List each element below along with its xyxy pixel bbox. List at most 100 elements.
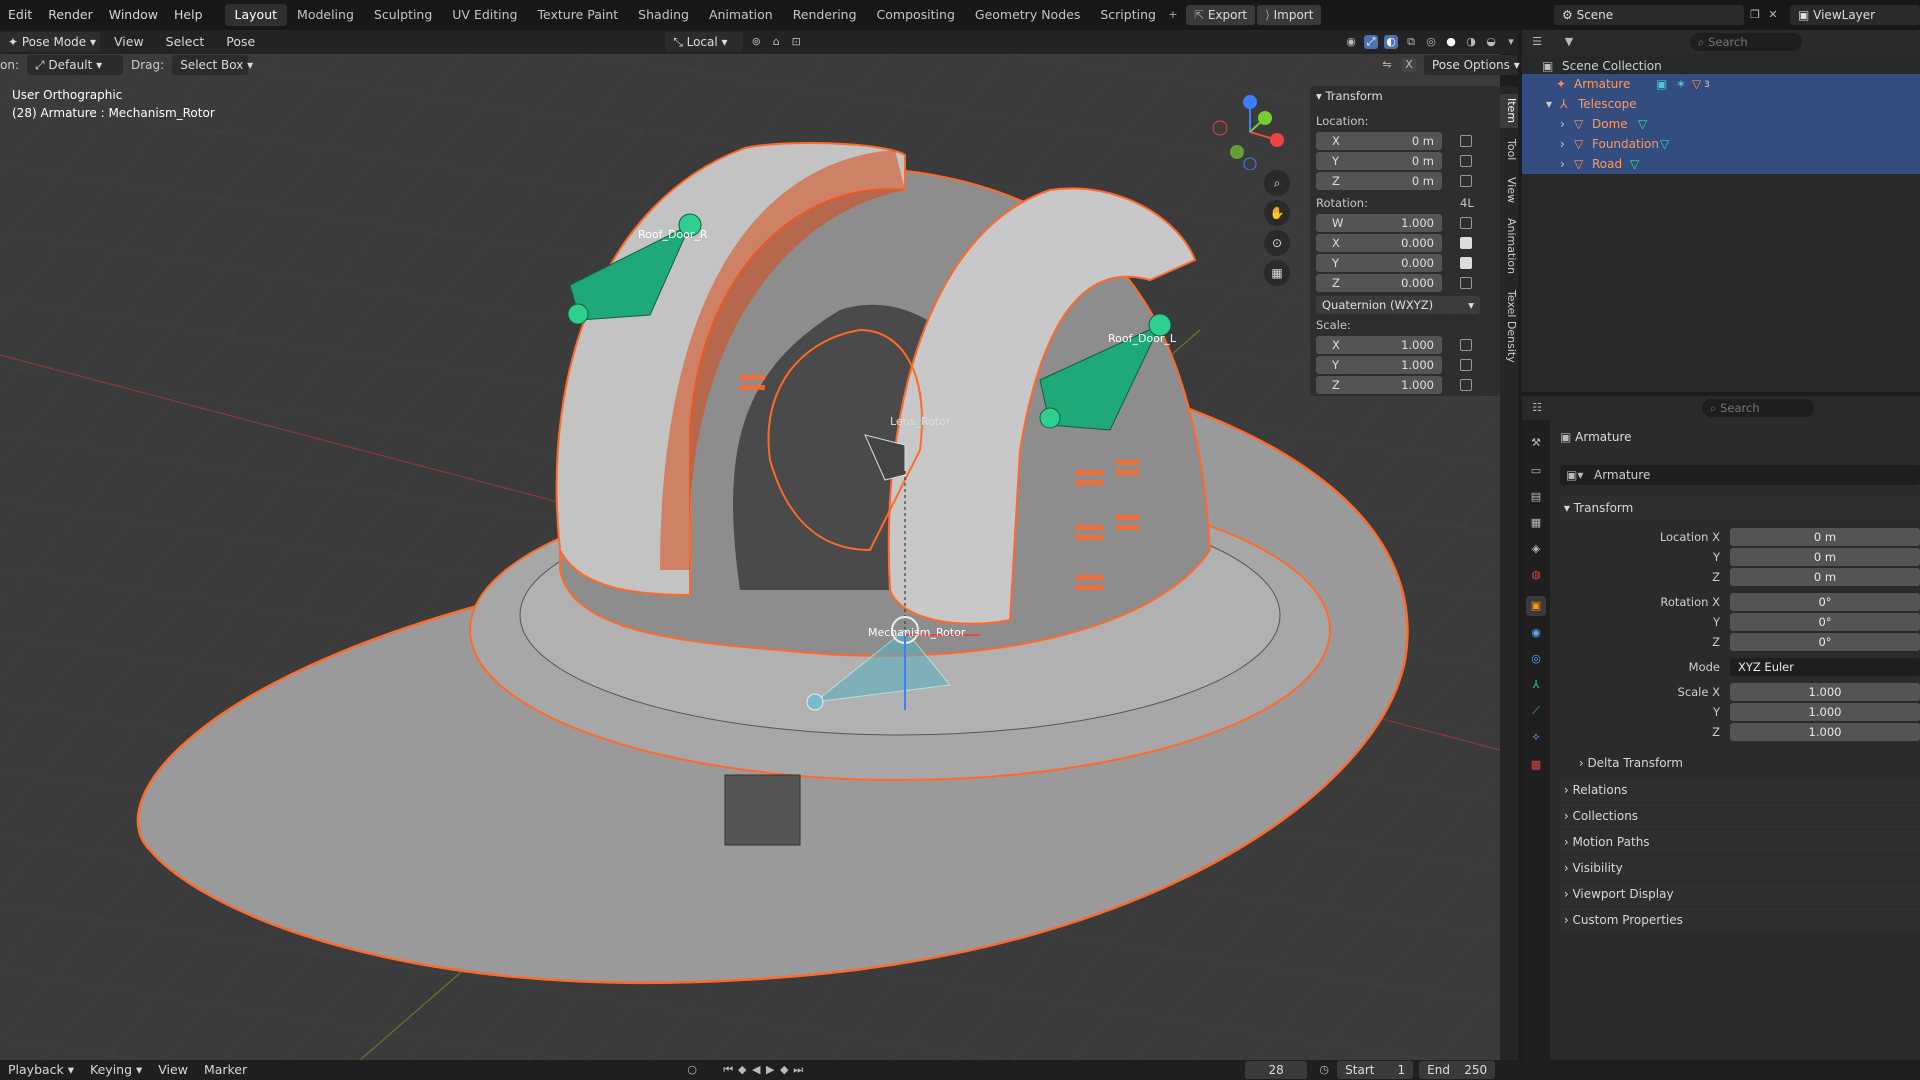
prop-scale-x[interactable]: 1.000 bbox=[1730, 683, 1920, 701]
lock-rotation-w-icon[interactable] bbox=[1460, 217, 1472, 229]
tab-view[interactable]: View bbox=[1500, 174, 1518, 206]
menu-playback[interactable]: Playback ▾ bbox=[0, 1060, 82, 1080]
menu-pose[interactable]: Pose bbox=[218, 30, 263, 54]
tab-texture-paint[interactable]: Texture Paint bbox=[528, 4, 629, 26]
tab-scripting[interactable]: Scripting bbox=[1090, 4, 1166, 26]
menu-keying[interactable]: Keying ▾ bbox=[82, 1060, 150, 1080]
view-layer-selector[interactable]: ▣ ViewLayer bbox=[1790, 5, 1920, 25]
auto-key-icon[interactable]: ○ bbox=[685, 1063, 699, 1077]
rotation-z-field[interactable]: Z 0.000 bbox=[1316, 274, 1442, 292]
menu-edit[interactable]: Edit bbox=[0, 0, 40, 30]
output-tab-icon[interactable]: ▤ bbox=[1529, 490, 1543, 504]
tab-compositing[interactable]: Compositing bbox=[867, 4, 965, 26]
visibility-icon[interactable]: ◉ bbox=[1344, 35, 1358, 49]
bone-constraint-tab-icon[interactable]: ⟡ bbox=[1529, 730, 1543, 744]
export-button[interactable]: ⇱ Export bbox=[1185, 5, 1256, 25]
menu-help[interactable]: Help bbox=[166, 0, 211, 30]
play-reverse-icon[interactable]: ◀ bbox=[749, 1063, 763, 1077]
next-keyframe-icon[interactable]: ◆ bbox=[777, 1063, 791, 1077]
perspective-toggle-icon[interactable]: ▦ bbox=[1264, 260, 1290, 286]
end-frame-field[interactable]: End 250 bbox=[1419, 1061, 1496, 1079]
menu-render[interactable]: Render bbox=[40, 0, 101, 30]
proportional-edit-icon[interactable]: ⊡ bbox=[789, 35, 803, 49]
physics-tab-icon[interactable]: ◎ bbox=[1529, 652, 1543, 666]
panel-visibility[interactable]: › Visibility bbox=[1560, 856, 1920, 880]
start-frame-field[interactable]: Start 1 bbox=[1337, 1061, 1414, 1079]
rotation-x-field[interactable]: X 0.000 bbox=[1316, 234, 1442, 252]
properties-search-input[interactable]: ⌕ Search bbox=[1702, 399, 1814, 417]
add-workspace-icon[interactable]: + bbox=[1166, 8, 1180, 22]
lock-location-z-icon[interactable] bbox=[1460, 175, 1472, 187]
object-data-tab-icon[interactable]: ⅄ bbox=[1529, 678, 1543, 692]
transform-panel-header[interactable]: ▾ Transform bbox=[1316, 89, 1383, 103]
prev-keyframe-icon[interactable]: ◆ bbox=[735, 1063, 749, 1077]
outliner-row-foundation[interactable]: › ▽ Foundation ▽ bbox=[1522, 134, 1920, 154]
location-z-field[interactable]: Z0 m bbox=[1316, 172, 1442, 190]
delete-scene-icon[interactable]: ✕ bbox=[1766, 8, 1780, 22]
tab-layout[interactable]: Layout bbox=[224, 4, 288, 26]
scale-y-field[interactable]: Y 1.000 bbox=[1316, 356, 1442, 374]
prop-location-x[interactable]: 0 m bbox=[1730, 528, 1920, 546]
prop-scale-z[interactable]: 1.000 bbox=[1730, 723, 1920, 741]
tab-texel-density[interactable]: Texel Density bbox=[1500, 286, 1518, 366]
panel-motion-paths[interactable]: › Motion Paths bbox=[1560, 830, 1920, 854]
prop-rotation-z[interactable]: 0° bbox=[1730, 633, 1920, 651]
tab-item[interactable]: Item bbox=[1500, 94, 1518, 128]
menu-timeline-view[interactable]: View bbox=[150, 1060, 196, 1080]
new-scene-icon[interactable]: ❐ bbox=[1748, 8, 1762, 22]
transform-space-selector[interactable]: ⤡ Local ▾ bbox=[665, 32, 744, 52]
location-x-field[interactable]: X0 m bbox=[1316, 132, 1442, 150]
rotation-w-field[interactable]: W 1.000 bbox=[1316, 214, 1442, 232]
outliner-display-icon[interactable]: ☰ bbox=[1530, 35, 1544, 49]
jump-start-icon[interactable]: ⏮ bbox=[721, 1063, 735, 1077]
delta-transform-header[interactable]: › Delta Transform bbox=[1575, 751, 1920, 775]
prop-rotation-y[interactable]: 0° bbox=[1730, 613, 1920, 631]
object-tab-icon[interactable]: ▣ bbox=[1526, 596, 1546, 616]
drag-selector[interactable]: Select Box ▾ bbox=[172, 55, 253, 75]
shading-rendered-icon[interactable]: ◒ bbox=[1484, 35, 1498, 49]
scale-z-field[interactable]: Z 1.000 bbox=[1316, 376, 1442, 394]
xray-icon[interactable]: ⧉ bbox=[1404, 35, 1418, 49]
play-icon[interactable]: ▶ bbox=[763, 1063, 777, 1077]
panel-collections[interactable]: › Collections bbox=[1560, 804, 1920, 828]
scene-selector[interactable]: ⚙ Scene bbox=[1554, 5, 1744, 25]
lock-scale-y-icon[interactable] bbox=[1460, 359, 1472, 371]
prop-location-z[interactable]: 0 m bbox=[1730, 568, 1920, 586]
outliner-scene-collection[interactable]: ▣ Scene Collection bbox=[1522, 56, 1920, 76]
shading-wireframe-icon[interactable]: ◎ bbox=[1424, 35, 1438, 49]
tab-tool[interactable]: Tool bbox=[1500, 134, 1518, 166]
modifiers-tab-icon[interactable]: ◉ bbox=[1529, 626, 1543, 640]
overlay-toggle-icon[interactable]: ◐ bbox=[1384, 35, 1398, 49]
tab-geometry-nodes[interactable]: Geometry Nodes bbox=[965, 4, 1090, 26]
lock-rotation-z-icon[interactable] bbox=[1460, 277, 1472, 289]
camera-view-icon[interactable]: ⊙ bbox=[1264, 230, 1290, 256]
filter-icon[interactable]: ▼ bbox=[1562, 35, 1576, 49]
prop-rotation-x[interactable]: 0° bbox=[1730, 593, 1920, 611]
lock-rotation-y-icon[interactable] bbox=[1460, 257, 1472, 269]
shading-options-icon[interactable]: ▾ bbox=[1504, 35, 1518, 49]
render-tab-icon[interactable]: ▭ bbox=[1529, 464, 1543, 478]
outliner-row-armature[interactable]: ✦ Armature ▣ ✶ ▽ 3 bbox=[1522, 74, 1920, 94]
world-tab-icon[interactable]: ◍ bbox=[1529, 568, 1543, 582]
bone-tab-icon[interactable]: ⟋ bbox=[1529, 704, 1543, 718]
menu-view[interactable]: View bbox=[106, 30, 152, 54]
prop-rotation-mode[interactable]: XYZ Euler bbox=[1730, 658, 1920, 676]
pose-options-button[interactable]: Pose Options ▾ bbox=[1424, 55, 1520, 75]
tab-sculpting[interactable]: Sculpting bbox=[364, 4, 442, 26]
tool-tab-icon[interactable]: ⚒ bbox=[1529, 436, 1543, 450]
lock-location-y-icon[interactable] bbox=[1460, 155, 1472, 167]
outliner-row-telescope[interactable]: ▾ ⅄ Telescope bbox=[1522, 94, 1920, 114]
rotation-badge[interactable]: 4L bbox=[1460, 196, 1474, 210]
editor-type-icon[interactable]: ☷ bbox=[1530, 401, 1544, 415]
snap-icon[interactable]: ⌂ bbox=[769, 35, 783, 49]
lock-scale-x-icon[interactable] bbox=[1460, 339, 1472, 351]
menu-window[interactable]: Window bbox=[101, 0, 166, 30]
panel-viewport-display[interactable]: › Viewport Display bbox=[1560, 882, 1920, 906]
tab-modeling[interactable]: Modeling bbox=[287, 4, 364, 26]
prop-scale-y[interactable]: 1.000 bbox=[1730, 703, 1920, 721]
navigation-gizmo[interactable] bbox=[1205, 90, 1295, 171]
rotation-mode-select[interactable]: Quaternion (WXYZ) ▾ bbox=[1316, 296, 1480, 314]
menu-marker[interactable]: Marker bbox=[196, 1060, 255, 1080]
pan-hand-icon[interactable]: ✋ bbox=[1264, 200, 1290, 226]
panel-relations[interactable]: › Relations bbox=[1560, 778, 1920, 802]
